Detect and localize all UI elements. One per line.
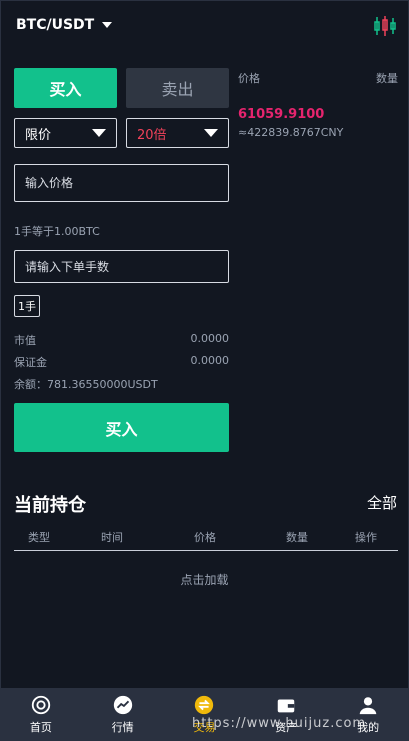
dropdown-arrow-icon <box>204 129 218 137</box>
order-type-value: 限价 <box>25 127 52 143</box>
trade-icon <box>195 695 214 715</box>
market-value-row: 市值 0.0000 <box>14 332 229 348</box>
lot-hint: 1手等于1.00BTC <box>14 225 100 238</box>
dropdown-arrow-icon <box>92 129 106 137</box>
positions-title: 当前持仓 <box>14 495 86 516</box>
wallet-icon <box>278 699 295 713</box>
orderbook-price-header: 价格 <box>238 72 260 85</box>
col-time: 时间 <box>101 531 123 544</box>
watermark-text: https://www.huijuz.com <box>192 716 367 731</box>
nav-label: 首页 <box>29 721 52 734</box>
pair-selector[interactable]: BTC/USDT <box>16 17 113 33</box>
market-value-label: 市值 <box>14 334 36 347</box>
orderbook-header: 价格 数量 <box>238 70 398 86</box>
user-icon <box>359 697 377 715</box>
col-quantity: 数量 <box>286 531 308 544</box>
leverage-value: 20倍 <box>137 127 167 143</box>
quantity-input[interactable] <box>14 250 229 283</box>
positions-table-header: 类型 时间 价格 数量 操作 <box>14 529 398 551</box>
margin-value: 0.0000 <box>190 354 230 367</box>
price-input[interactable] <box>14 164 229 202</box>
margin-row: 保证金 0.0000 <box>14 354 229 370</box>
nav-label: 行情 <box>111 721 134 734</box>
nav-item-profile[interactable]: 我的 <box>327 688 409 741</box>
nav-item-trade[interactable]: 交易 <box>164 688 246 741</box>
balance-text: 余额：781.36550000USDT <box>14 378 158 391</box>
load-more-link[interactable]: 点击加载 <box>0 571 409 588</box>
bottom-nav: 首页 行情 交易 资产 我的 <box>0 688 409 741</box>
pair-label: BTC/USDT <box>16 17 95 33</box>
app-frame <box>0 0 409 741</box>
positions-all-link[interactable]: 全部 <box>367 492 397 513</box>
col-price: 价格 <box>194 531 216 544</box>
sell-tab[interactable]: 卖出 <box>126 68 229 108</box>
margin-label: 保证金 <box>14 356 47 369</box>
col-type: 类型 <box>28 531 50 544</box>
top-bar: BTC/USDT <box>0 0 409 52</box>
submit-buy-button[interactable]: 买入 <box>14 403 229 452</box>
nav-item-home[interactable]: 首页 <box>0 688 82 741</box>
buy-tab[interactable]: 买入 <box>14 68 117 108</box>
trend-icon <box>113 695 132 715</box>
last-price-cny: ≈422839.8767CNY <box>238 126 344 139</box>
col-action: 操作 <box>355 531 377 544</box>
leverage-select[interactable]: 20倍 <box>126 118 229 148</box>
nav-item-assets[interactable]: 资产 <box>245 688 327 741</box>
order-type-select[interactable]: 限价 <box>14 118 117 148</box>
last-price: 61059.9100 <box>238 107 325 122</box>
lot-chip[interactable]: 1手 <box>14 295 40 317</box>
market-value: 0.0000 <box>190 332 230 345</box>
home-icon <box>31 695 51 715</box>
caret-down-icon <box>102 22 113 28</box>
candlestick-chart-icon[interactable] <box>373 14 397 38</box>
orderbook-qty-header: 数量 <box>376 72 398 85</box>
nav-item-market[interactable]: 行情 <box>82 688 164 741</box>
